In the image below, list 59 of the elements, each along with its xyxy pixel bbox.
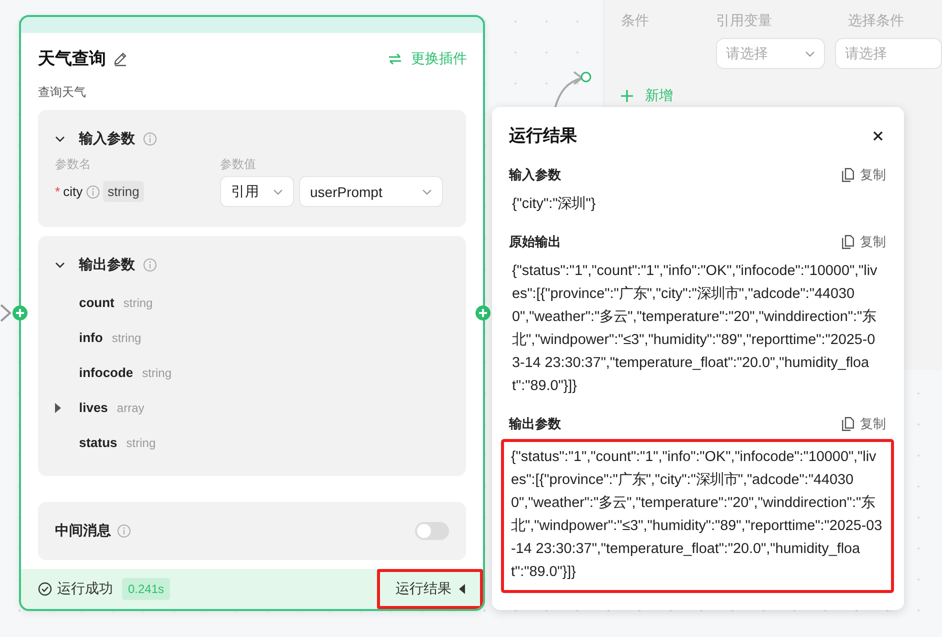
- copy-icon: [842, 235, 854, 249]
- field-name: count: [79, 295, 114, 310]
- info-icon: [86, 184, 100, 198]
- check-circle-icon: [38, 582, 52, 596]
- copy-icon: [842, 417, 854, 431]
- node-title: 天气查询: [38, 48, 106, 70]
- chevron-down-icon: [273, 188, 283, 194]
- info-icon: [143, 258, 157, 272]
- field-name: lives: [79, 400, 108, 415]
- chevron-icon[interactable]: [55, 134, 65, 144]
- setting-label: 中间消息: [55, 522, 111, 540]
- info-icon: [117, 524, 131, 538]
- port-icon: [580, 71, 592, 83]
- copy-icon: [842, 168, 854, 182]
- chevron-icon[interactable]: [55, 260, 65, 270]
- copy-button[interactable]: 复制: [842, 415, 886, 433]
- caret-icon: [458, 584, 464, 594]
- section-title: 输入参数: [509, 166, 561, 184]
- column-label: 引用变量: [716, 12, 773, 30]
- field-type: string: [112, 330, 142, 344]
- pencil-icon: [112, 50, 128, 66]
- chevron-down-icon: [422, 188, 432, 194]
- expand-icon[interactable]: [55, 402, 61, 412]
- column-label: 参数值: [220, 156, 257, 173]
- type-tag: string: [102, 181, 144, 202]
- section-title: 输出参数: [79, 256, 135, 274]
- source-select[interactable]: 引用: [220, 176, 294, 207]
- info-icon: [143, 132, 157, 146]
- field-type: array: [116, 400, 144, 414]
- column-label: 选择条件: [848, 12, 904, 30]
- result-text: {"status":"1","count":"1","info":"OK","infocode":"10000","lives":[{"province":"广东","city":"深圳市","adcode":"440300","weather":"多云","temperature":"20","winddirection":"东北","windpower":"≤3","humidity":"89","reporttime":"2025-03-14 23:30:37","temperature_float":"20.0","humidity_float":"89.0"}]}: [501, 439, 894, 593]
- close-icon: [873, 130, 883, 140]
- column-label: 参数名: [55, 156, 92, 173]
- plus-icon: [621, 90, 633, 102]
- result-text: {"city":"深圳"}: [511, 195, 597, 214]
- field-name: info: [79, 330, 103, 345]
- field-name: status: [79, 435, 118, 450]
- column-label: 条件: [621, 12, 650, 30]
- field-type: string: [126, 436, 156, 450]
- value-select[interactable]: userPrompt: [299, 176, 443, 207]
- section-title: 输入参数: [79, 130, 135, 148]
- status-text: 运行成功: [57, 580, 113, 598]
- node-description: 查询天气: [37, 84, 87, 101]
- run-result-button[interactable]: 运行结果: [377, 569, 483, 609]
- panel-title: 运行结果: [509, 125, 577, 147]
- param-name: city: [63, 184, 83, 199]
- field-type: string: [142, 366, 172, 380]
- toggle-switch[interactable]: [415, 522, 449, 540]
- copy-button[interactable]: 复制: [842, 233, 886, 251]
- duration-badge: 0.241s: [122, 578, 170, 600]
- chevron-down-icon: [804, 50, 815, 56]
- required-mark: *: [55, 184, 60, 199]
- field-type: string: [123, 296, 153, 310]
- section-title: 输出参数: [509, 415, 561, 433]
- section-title: 原始输出: [509, 233, 561, 251]
- result-text: {"status":"1","count":"1","info":"OK","infocode":"10000","lives":[{"province":"广东","city":"深圳市","adcode":"440300","weather":"多云","temperature":"20","winddirection":"东北","windpower":"≤3","humidity":"89","reporttime":"2025-03-14 23:30:37","temperature_float":"20.0","humidity_float":"89.0"}]}: [511, 262, 878, 396]
- swap-icon: [388, 52, 402, 64]
- field-name: infocode: [79, 365, 134, 380]
- copy-button[interactable]: 复制: [842, 166, 886, 184]
